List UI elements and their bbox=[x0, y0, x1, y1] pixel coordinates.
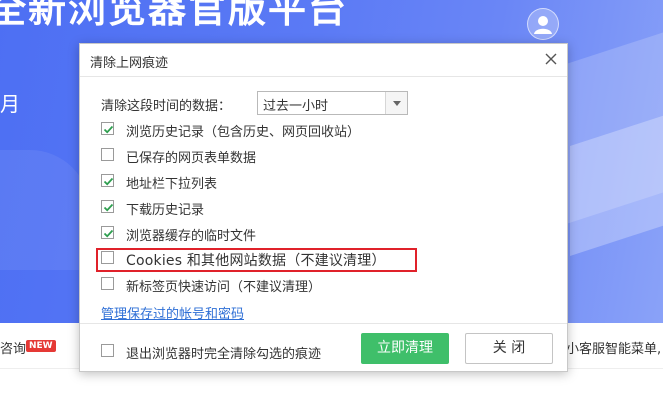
chevron-down-icon bbox=[393, 101, 401, 106]
clear-history-dialog: 清除上网痕迹 清除这段时间的数据： 过去一小时 浏览历史记录（包含历史、网页回收… bbox=[79, 43, 568, 372]
dialog-title: 清除上网痕迹 bbox=[90, 56, 169, 71]
time-range-select[interactable]: 过去一小时 bbox=[257, 91, 408, 115]
checkbox-unchecked[interactable] bbox=[101, 148, 114, 161]
checkbox-checked[interactable] bbox=[101, 174, 114, 187]
user-icon[interactable] bbox=[527, 8, 559, 40]
dropdown-button[interactable] bbox=[385, 92, 407, 114]
checkbox-checked[interactable] bbox=[101, 122, 114, 135]
checkbox-unchecked[interactable] bbox=[101, 344, 114, 357]
clear-now-button[interactable]: 立即清理 bbox=[361, 333, 449, 364]
time-range-label: 清除这段时间的数据： bbox=[101, 99, 232, 114]
checkbox-checked[interactable] bbox=[101, 200, 114, 213]
highlight-box bbox=[96, 248, 417, 272]
new-badge: NEW bbox=[26, 340, 56, 352]
manage-passwords-link[interactable]: 管理保存过的帐号和密码 bbox=[101, 303, 244, 322]
banner-side-text: 月 bbox=[0, 92, 20, 116]
strip-right-text[interactable]: 小客服智能菜单, bbox=[566, 338, 661, 357]
banner-decoration bbox=[0, 150, 90, 270]
option-label: 新标签页快速访问（不建议清理） bbox=[126, 280, 322, 295]
close-button[interactable]: 关 闭 bbox=[465, 333, 553, 364]
checkbox-checked[interactable] bbox=[101, 226, 114, 239]
option-label: 浏览历史记录（包含历史、网页回收站） bbox=[126, 125, 361, 140]
dialog-header: 清除上网痕迹 bbox=[80, 44, 567, 77]
checkbox-unchecked[interactable] bbox=[101, 277, 114, 290]
option-label: 已保存的网页表单数据 bbox=[126, 151, 257, 166]
time-range-value: 过去一小时 bbox=[263, 99, 329, 114]
close-icon[interactable] bbox=[543, 51, 559, 67]
option-label: 浏览器缓存的临时文件 bbox=[126, 229, 257, 244]
banner-title: 全新浏览器官版平台 bbox=[0, 0, 349, 31]
strip-left-text[interactable]: 咨询 bbox=[0, 338, 26, 357]
divider bbox=[80, 323, 567, 324]
option-label: 地址栏下拉列表 bbox=[126, 177, 218, 192]
option-label: 退出浏览器时完全清除勾选的痕迹 bbox=[126, 347, 322, 362]
option-label: 下载历史记录 bbox=[126, 203, 205, 218]
